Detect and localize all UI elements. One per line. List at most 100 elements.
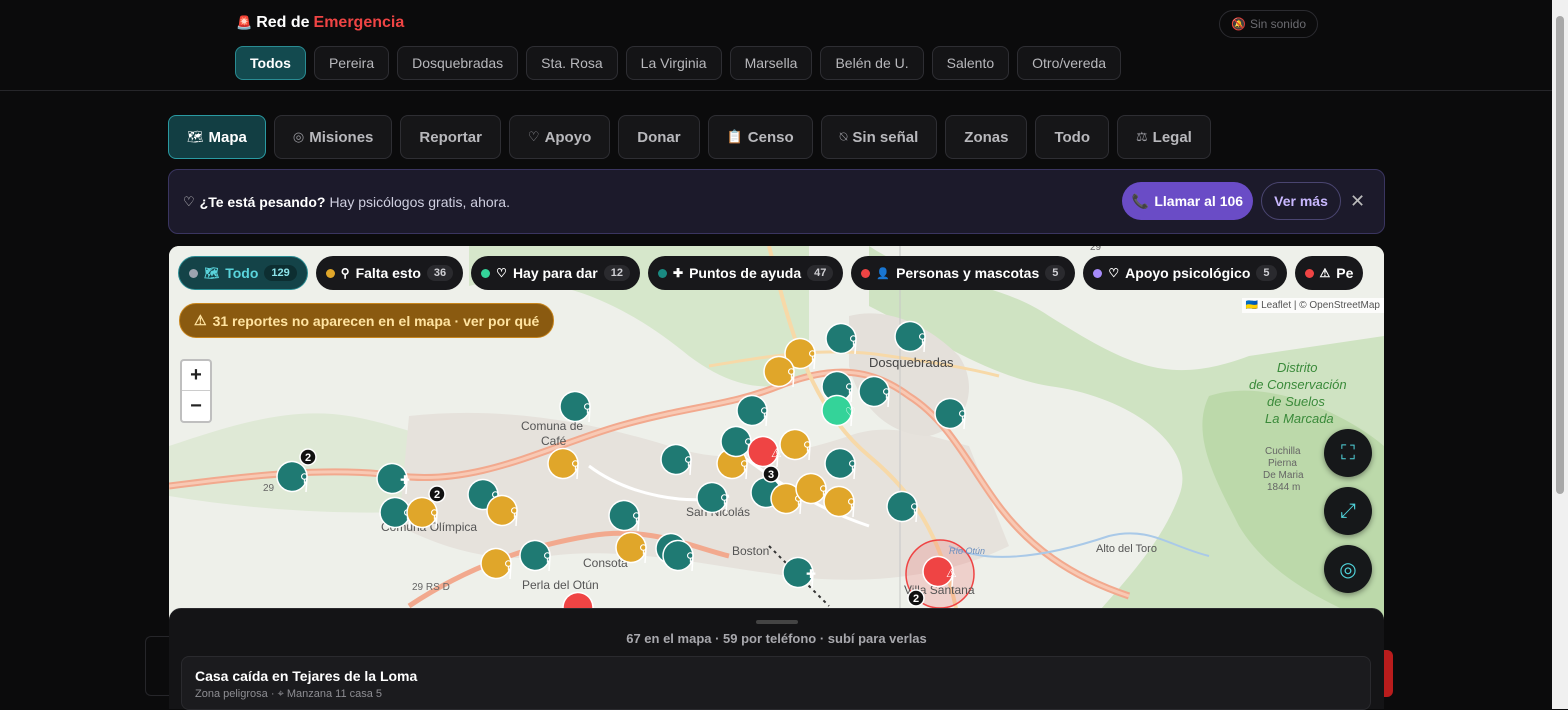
place-label: Perla del Otún [522,578,599,592]
tab-mapa[interactable]: 🗺 Mapa [168,115,266,159]
no-signal-icon: ⍉ [839,129,848,144]
sound-toggle-label: Sin sonido [1249,17,1306,31]
svg-text:⚲: ⚲ [430,507,439,521]
filter-hay-para-dar[interactable]: ♡ Hay para dar 12 [471,256,641,290]
map-attribution[interactable]: 🇺🇦 Leaflet | © OpenStreetMap [1241,298,1384,313]
city-chip[interactable]: Salento [931,46,1010,80]
filter-count: 47 [807,265,834,281]
city-chip[interactable]: Todos [235,46,306,80]
filter-apoyo-psicologico[interactable]: ♡ Apoyo psicológico 5 [1083,256,1287,290]
svg-text:⚲: ⚲ [504,558,513,572]
svg-text:⚲: ⚲ [803,439,812,453]
svg-text:⚲: ⚲ [571,458,580,472]
tab-zonas[interactable]: Zonas [945,115,1028,159]
tab-sin-senal[interactable]: ⍉ Sin señal [820,115,938,159]
cluster-count: 3 [768,469,774,481]
road-label: 29 RS D [412,582,450,593]
map-icon: 🗺 [187,129,204,144]
tab-misiones[interactable]: ◎ Misiones [273,115,393,159]
report-card[interactable]: Casa caída en Tejares de la Loma Zona pe… [181,656,1371,710]
heart-icon: ♡ [1108,266,1120,280]
tab-label: Todo [1054,128,1091,146]
place-label: Cuchilla [1265,446,1301,457]
svg-text:⚲: ⚲ [845,381,854,395]
city-chip[interactable]: La Virginia [625,46,722,80]
tab-label: Censo [747,128,794,146]
place-label: de Conservación [1249,377,1347,392]
svg-text:⚲: ⚲ [510,505,519,519]
place-label: 1844 m [1267,482,1300,493]
city-chip[interactable]: Marsella [729,46,813,80]
filter-dot [481,268,491,278]
svg-text:⚲: ⚲ [808,348,817,362]
svg-text:⚲: ⚲ [882,386,891,400]
place-label: de Suelos [1267,394,1325,409]
unmapped-reports-warning[interactable]: ⚠ 31 reportes no aparecen en el mapa · ve… [179,303,555,338]
cross-icon: ✚ [673,266,684,280]
phone-icon: 📞 [1131,192,1150,209]
tab-label: Reportar [419,128,482,146]
filter-puntos-de-ayuda[interactable]: ✚ Puntos de ayuda 47 [648,256,844,290]
fullscreen-icon: ⛶ [1341,441,1355,464]
svg-text:⚲: ⚲ [543,550,552,564]
page-scrollbar[interactable] [1552,0,1568,709]
filter-peligro[interactable]: ⚠ Pe [1294,256,1364,290]
svg-text:⚲: ⚲ [847,496,856,510]
city-chip[interactable]: Belén de U. [820,46,924,80]
zoom-in-button[interactable]: + [182,361,210,391]
city-chip[interactable]: Dosquebradas [397,46,519,80]
tab-apoyo[interactable]: ♡ Apoyo [508,115,611,159]
clipboard-icon: 📋 [726,129,743,144]
main-tabs: 🗺 Mapa ◎ Misiones Reportar ♡ Apoyo Donar 📋 C… [168,115,1211,159]
svg-text:⚲: ⚲ [740,458,749,472]
filter-todo[interactable]: 🗺 Todo 129 [178,256,308,290]
svg-text:✚: ✚ [400,473,410,487]
filter-count: 5 [1256,265,1277,281]
svg-text:⚲: ⚲ [686,550,695,564]
scrollbar-thumb[interactable] [1556,16,1564,494]
tab-label: Donar [637,128,681,146]
locate-me-button[interactable]: ◎ [1324,545,1372,593]
road-label: 29 [263,483,275,494]
sound-toggle-button[interactable]: 🔕 Sin sonido [1219,10,1318,38]
close-icon[interactable]: ✕ [1350,191,1365,212]
zoom-out-button[interactable]: − [182,391,210,421]
city-chip[interactable]: Sta. Rosa [526,46,618,80]
filter-count: 12 [603,265,631,281]
svg-text:⚲: ⚲ [684,454,693,468]
tab-label: Legal [1152,128,1192,146]
tab-reportar[interactable]: Reportar [400,115,501,159]
city-chip[interactable]: Otro/vereda [1017,46,1122,80]
svg-text:⚲: ⚲ [632,510,641,524]
city-chip[interactable]: Pereira [313,46,390,80]
bottom-sheet[interactable]: 67 en el mapa · 59 por teléfono · subí p… [169,608,1384,710]
filter-count: 129 [264,265,297,281]
see-more-button[interactable]: Ver más [1261,182,1341,220]
filter-label: Todo [225,265,259,281]
fullscreen-button[interactable]: ⛶ [1324,429,1372,477]
city-filter: Todos Pereira Dosquebradas Sta. Rosa La … [235,46,1122,80]
filter-dot [658,268,668,278]
place-label: Boston [732,544,769,558]
brand: 🚨 Red de Emergencia [236,14,404,32]
tab-legal[interactable]: ⚖ Legal [1117,115,1211,159]
filter-personas-y-mascotas[interactable]: 👤 Personas y mascotas 5 [851,256,1076,290]
filter-falta-esto[interactable]: ⚲ Falta esto 36 [315,256,464,290]
place-label: Distrito [1277,360,1317,375]
expand-button[interactable]: ⤢ [1324,487,1372,535]
place-label: La Marcada [1265,411,1334,426]
tab-todo[interactable]: Todo [1035,115,1110,159]
sheet-grip-handle[interactable] [756,620,798,624]
svg-text:♡: ♡ [845,405,856,419]
filter-label: Personas y mascotas [896,265,1040,281]
call-106-button[interactable]: 📞 Llamar al 106 [1122,182,1253,220]
filter-count: 5 [1045,265,1066,281]
tab-donar[interactable]: Donar [618,115,700,159]
tab-censo[interactable]: 📋 Censo [707,115,813,159]
target-icon: ◎ [292,129,305,144]
place-label: Pierna [1268,458,1297,469]
warning-text: 31 reportes no aparecen en el mapa · ver… [212,312,540,329]
siren-icon: 🚨 [236,15,253,30]
filter-label: Pe [1336,265,1354,281]
report-location: Manzana 11 casa 5 [286,688,383,700]
